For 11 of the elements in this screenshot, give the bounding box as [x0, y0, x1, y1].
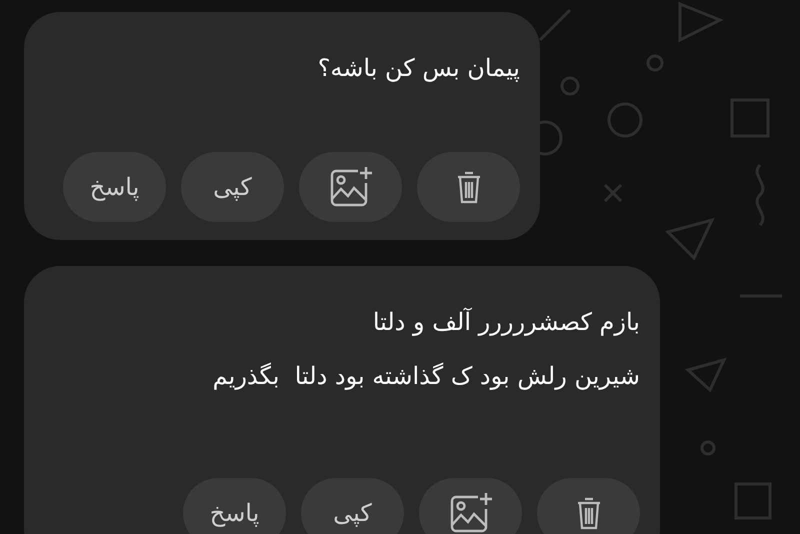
message-text: پیمان بس کن باشه؟ — [316, 53, 520, 84]
action-button[interactable]: پاسخ — [183, 478, 286, 534]
action-button[interactable]: پاسخ — [63, 152, 166, 222]
action-button[interactable]: کپی — [301, 478, 404, 534]
message-text: شیرین رلش بود ک گذاشته بود دلتا بگذریم — [212, 361, 640, 392]
action-button[interactable]: کپی — [181, 152, 284, 222]
message-text: بازم کصشررررر آلف و دلتا — [372, 306, 640, 338]
trash-icon — [576, 496, 602, 530]
trash-icon — [456, 170, 482, 204]
add-image-button[interactable] — [419, 478, 522, 534]
delete-button[interactable] — [537, 478, 640, 534]
